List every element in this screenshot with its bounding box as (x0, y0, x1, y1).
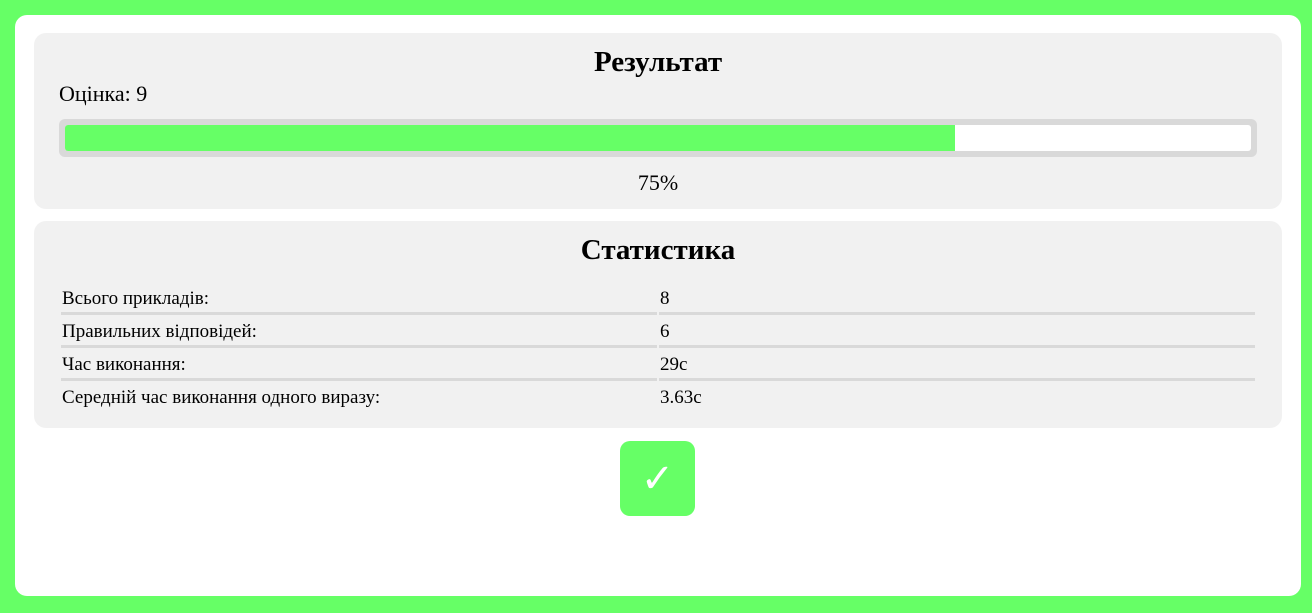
confirm-button[interactable]: ✓ (620, 441, 695, 516)
stat-value: 8 (659, 284, 1255, 315)
stat-label: Час виконання: (61, 350, 657, 381)
table-row: Час виконання: 29с (61, 350, 1255, 381)
table-row: Всього прикладів: 8 (61, 284, 1255, 315)
result-panel: Результат Оцінка: 9 75% (34, 33, 1282, 209)
table-row: Правильних відповідей: 6 (61, 317, 1255, 348)
stats-table: Всього прикладів: 8 Правильних відповіде… (59, 282, 1257, 416)
grade-label: Оцінка: 9 (59, 81, 148, 106)
checkmark-icon: ✓ (640, 455, 675, 502)
stat-value: 3.63с (660, 387, 702, 408)
percent-text: 75% (637, 170, 679, 195)
stats-panel: Статистика Всього прикладів: 8 Правильни… (34, 221, 1282, 428)
stats-title: Статистика (580, 234, 736, 266)
stat-value: 29с (659, 350, 1255, 381)
progress-fill (65, 125, 955, 151)
page-card: Результат Оцінка: 9 75% Статистика Всьог… (15, 15, 1301, 596)
result-title: Результат (593, 46, 723, 78)
stat-label: Середній час виконання одного виразу: (62, 387, 381, 408)
stat-label: Всього прикладів: (61, 284, 657, 315)
score-progress-bar (59, 119, 1257, 157)
table-row: Середній час виконання одного виразу: 3.… (61, 383, 1255, 414)
progress-inner (65, 125, 1251, 151)
stat-label: Правильних відповідей: (61, 317, 657, 348)
stat-value: 6 (659, 317, 1255, 348)
